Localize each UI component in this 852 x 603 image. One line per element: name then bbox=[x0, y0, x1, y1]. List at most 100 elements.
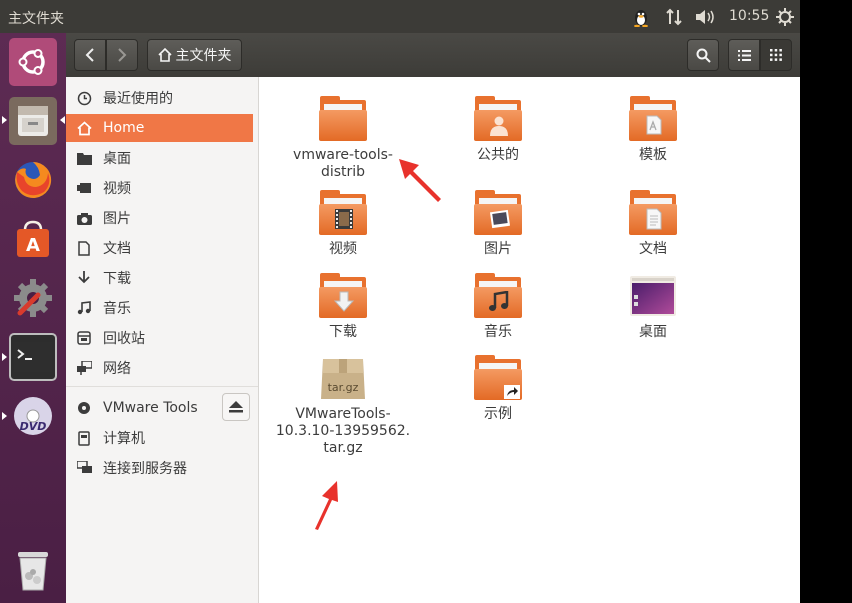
terminal-icon bbox=[14, 342, 52, 372]
sidebar-item-label: 计算机 bbox=[103, 431, 145, 447]
sidebar-item-connect-server[interactable]: 连接到服务器 bbox=[66, 454, 253, 482]
sidebar-item-label: Home bbox=[103, 120, 145, 136]
back-button[interactable] bbox=[74, 39, 106, 71]
folder-downloads-icon bbox=[319, 273, 367, 321]
home-icon bbox=[157, 48, 172, 62]
folder-pictures-icon bbox=[474, 190, 522, 238]
qq-tray-icon[interactable] bbox=[630, 7, 652, 27]
file-item-desktop[interactable]: 桌面 bbox=[578, 273, 728, 341]
file-label: 文档 bbox=[639, 241, 667, 257]
sidebar-item-trash[interactable]: 回收站 bbox=[66, 324, 253, 352]
sidebar-item-pictures[interactable]: 图片 bbox=[66, 204, 253, 232]
chevron-left-icon bbox=[85, 48, 94, 62]
file-cabinet-icon bbox=[18, 106, 48, 136]
terminal-launcher-button[interactable] bbox=[9, 333, 57, 381]
annotation-arrow bbox=[315, 481, 338, 530]
sidebar-item-label: 回收站 bbox=[103, 331, 145, 347]
home-icon bbox=[76, 120, 92, 136]
file-label: 下载 bbox=[329, 324, 357, 340]
search-button[interactable] bbox=[687, 39, 719, 71]
path-bar-home[interactable]: 主文件夹 bbox=[147, 39, 242, 71]
files-launcher-button[interactable] bbox=[9, 97, 57, 145]
sidebar-item-documents[interactable]: 文档 bbox=[66, 234, 253, 262]
file-label: 模板 bbox=[639, 147, 667, 163]
archive-icon: tar.gz bbox=[319, 355, 367, 403]
sidebar-item-label: 下载 bbox=[103, 271, 131, 287]
ubuntu-dash-button[interactable] bbox=[9, 38, 57, 86]
sidebar-item-label: 图片 bbox=[103, 211, 131, 227]
window-title: 主文件夹 bbox=[8, 11, 64, 27]
file-label: 桌面 bbox=[639, 324, 667, 340]
forward-button[interactable] bbox=[106, 39, 138, 71]
folder-documents-icon bbox=[629, 190, 677, 238]
file-item-vmware-tools-archive[interactable]: tar.gz VMwareTools- 10.3.10-13959562. tar.… bbox=[268, 355, 418, 457]
folder-icon bbox=[76, 150, 92, 166]
folder-music-icon bbox=[474, 273, 522, 321]
sidebar-item-label: 音乐 bbox=[103, 301, 131, 317]
sidebar-item-label: VMware Tools bbox=[103, 400, 198, 416]
download-icon bbox=[76, 270, 92, 286]
chevron-right-icon bbox=[118, 48, 127, 62]
folder-desktop-icon bbox=[629, 273, 677, 321]
folder-public-icon bbox=[474, 96, 522, 144]
places-sidebar: 最近使用的 Home 桌面 视频 图片 文档 下载 音乐 回收站 网络 VMwa… bbox=[66, 77, 259, 603]
top-panel: 主文件夹 10:55 bbox=[0, 0, 800, 33]
outside-area bbox=[800, 0, 852, 603]
folder-link-icon bbox=[474, 355, 522, 403]
firefox-icon bbox=[15, 161, 52, 198]
network-transfer-icon[interactable] bbox=[663, 7, 685, 27]
file-label: 图片 bbox=[484, 241, 512, 257]
sidebar-item-label: 连接到服务器 bbox=[103, 461, 187, 477]
ubuntu-logo-icon bbox=[18, 49, 45, 75]
running-indicator bbox=[2, 116, 7, 124]
folder-videos-icon bbox=[319, 190, 367, 238]
sidebar-item-downloads[interactable]: 下载 bbox=[66, 264, 253, 292]
running-indicator bbox=[2, 412, 7, 420]
file-label: 视频 bbox=[329, 241, 357, 257]
sidebar-item-computer[interactable]: 计算机 bbox=[66, 424, 253, 452]
list-view-icon bbox=[737, 49, 751, 61]
list-view-button[interactable] bbox=[728, 39, 760, 71]
firefox-launcher-button[interactable] bbox=[9, 156, 57, 204]
file-grid: vmware-tools-distrib 公共的 模板 视频 图片 文档 下载 … bbox=[259, 77, 800, 603]
sidebar-item-label: 视频 bbox=[103, 181, 131, 197]
file-item-music[interactable]: 音乐 bbox=[423, 273, 573, 341]
file-item-downloads[interactable]: 下载 bbox=[268, 273, 418, 341]
sidebar-item-music[interactable]: 音乐 bbox=[66, 294, 253, 322]
sidebar-item-label: 文档 bbox=[103, 241, 131, 257]
volume-icon[interactable] bbox=[694, 7, 718, 27]
eject-icon bbox=[229, 401, 243, 413]
sidebar-item-vmware-tools[interactable]: VMware Tools bbox=[66, 394, 216, 422]
clock[interactable]: 10:55 bbox=[729, 8, 769, 24]
trash-bin-icon bbox=[18, 552, 48, 591]
drive-icon bbox=[76, 430, 92, 446]
settings-launcher-button[interactable] bbox=[9, 274, 57, 322]
camera-icon bbox=[76, 210, 92, 226]
sidebar-item-desktop[interactable]: 桌面 bbox=[66, 144, 253, 172]
focused-indicator bbox=[60, 116, 65, 124]
sidebar-item-home[interactable]: Home bbox=[66, 114, 253, 142]
sidebar-item-videos[interactable]: 视频 bbox=[66, 174, 253, 202]
server-icon bbox=[76, 460, 92, 476]
running-indicator bbox=[2, 353, 7, 361]
file-item-templates[interactable]: 模板 bbox=[578, 96, 728, 164]
svg-text:DVD: DVD bbox=[20, 420, 47, 433]
file-item-documents[interactable]: 文档 bbox=[578, 190, 728, 258]
file-item-examples[interactable]: 示例 bbox=[423, 355, 573, 423]
folder-icon bbox=[319, 96, 367, 144]
trash-icon bbox=[76, 330, 92, 346]
software-center-launcher-button[interactable]: A bbox=[9, 215, 57, 263]
sidebar-divider bbox=[66, 386, 258, 387]
clock-icon bbox=[76, 90, 92, 106]
folder-templates-icon bbox=[629, 96, 677, 144]
eject-button[interactable] bbox=[222, 393, 250, 421]
sidebar-item-network[interactable]: 网络 bbox=[66, 354, 253, 382]
grid-view-button[interactable] bbox=[760, 39, 792, 71]
trash-launcher-button[interactable] bbox=[9, 546, 57, 594]
power-gear-icon[interactable] bbox=[774, 7, 796, 27]
dvd-launcher-button[interactable]: DVD bbox=[9, 392, 57, 440]
sidebar-item-recent[interactable]: 最近使用的 bbox=[66, 84, 253, 112]
network-icon bbox=[76, 360, 92, 376]
file-label: 音乐 bbox=[484, 324, 512, 340]
sidebar-item-label: 最近使用的 bbox=[103, 91, 173, 107]
